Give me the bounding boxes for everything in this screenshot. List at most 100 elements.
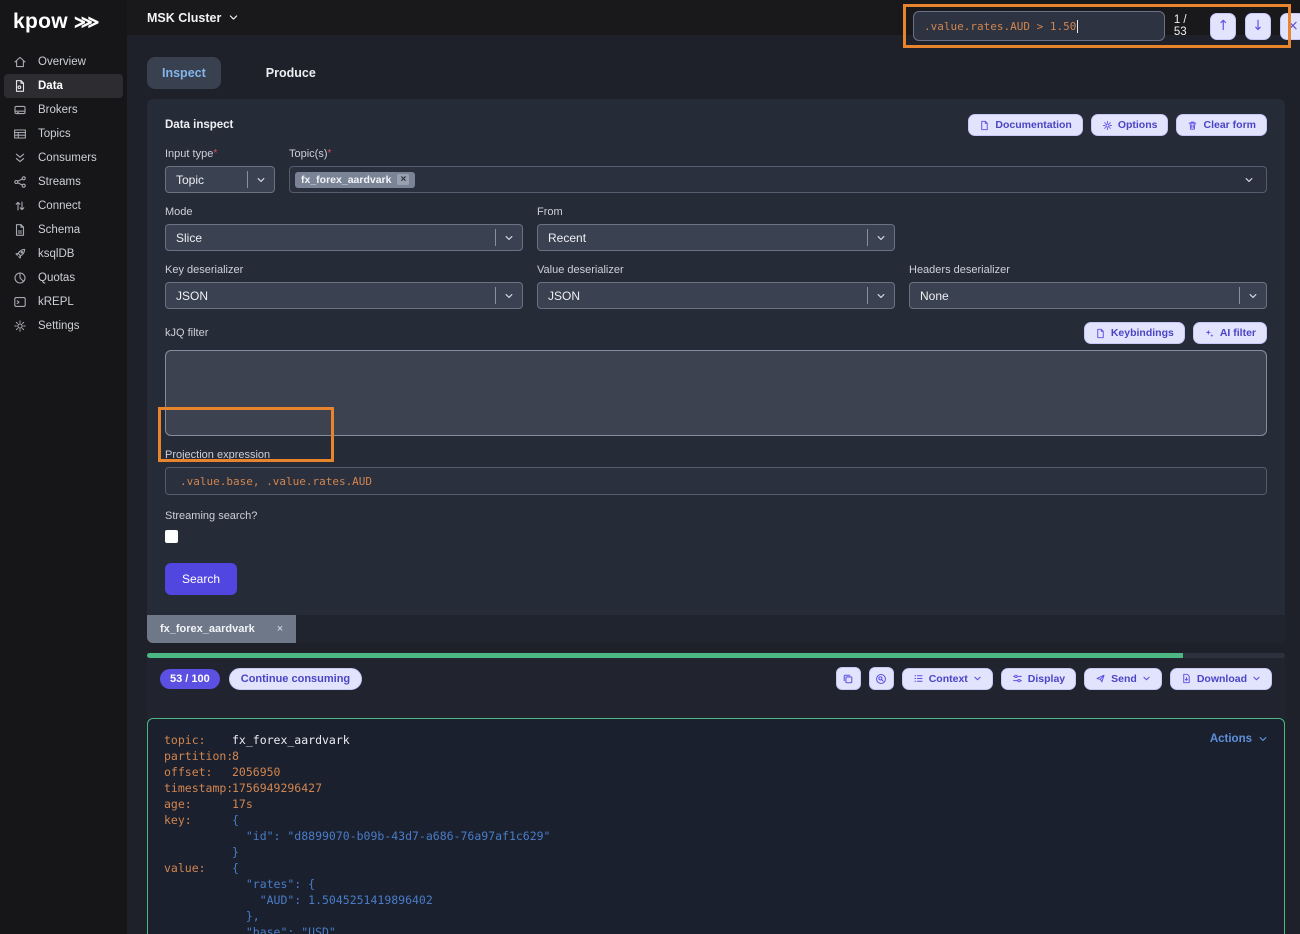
projection-input[interactable]: .value.base, .value.rates.AUD [165,467,1267,495]
sidebar-item-streams[interactable]: Streams [4,170,123,194]
sidebar-item-label: Connect [38,200,81,212]
schema-file-icon [13,223,27,237]
result-tab-fx-forex-aardvark[interactable]: fx_forex_aardvark × [147,615,296,643]
sidebar-item-label: Settings [38,320,80,332]
documentation-button[interactable]: Documentation [968,114,1082,136]
message-timestamp-value: 1756949296427 [232,780,322,796]
search-button[interactable]: Search [165,563,237,595]
search-circle-icon [875,673,887,685]
data-inspect-panel: Data inspect Documentation Options Cl [147,99,1285,643]
close-tab-icon[interactable]: × [277,623,283,635]
brokers-server-icon [13,103,27,117]
find-previous-button[interactable]: ↑ [1210,13,1236,40]
kjq-filter-textarea[interactable] [165,350,1267,436]
value-deserializer-label: Value deserializer [537,264,895,276]
chevron-down-icon [496,233,522,243]
cluster-selector[interactable]: MSK Cluster [147,11,239,25]
message-row-offset: offset: 2056950 [164,764,1268,780]
remove-topic-icon[interactable]: × [397,174,409,185]
message-row-value: value: { "rates": { "AUD": 1.50452514198… [164,860,1268,934]
close-icon: × [1287,18,1299,34]
from-label: From [537,206,895,218]
message-record-panel: Actions topic: fx_forex_aardvark partiti… [147,718,1285,934]
ksqldb-rocket-icon [13,247,27,261]
required-mark: * [328,148,332,159]
mode-select[interactable]: Slice [165,224,523,251]
panel-actions: Documentation Options Clear form [968,114,1267,136]
trash-icon [1187,120,1198,131]
input-type-select[interactable]: Topic [165,166,275,193]
topics-table-icon [13,127,27,141]
chevron-down-icon [248,175,274,185]
find-next-button[interactable]: ↓ [1245,13,1271,40]
sidebar-item-settings[interactable]: Settings [4,314,123,338]
context-dropdown[interactable]: Context [902,668,993,690]
chevron-down-icon [228,12,239,23]
value-deserializer-select[interactable]: JSON [537,282,895,309]
actions-dropdown[interactable]: Actions [1210,731,1268,747]
sidebar-item-topics[interactable]: Topics [4,122,123,146]
connect-arrows-icon [13,199,27,213]
message-partition-value: 8 [232,748,239,764]
headers-deserializer-select[interactable]: None [909,282,1267,309]
results-section: 53 / 100 Continue consuming Context [147,653,1285,934]
consumed-count-badge: 53 / 100 [160,669,220,689]
search-results-button[interactable] [869,667,894,690]
streaming-search-checkbox[interactable] [165,530,178,543]
kpow-logo-text: kpow [13,10,68,34]
download-dropdown[interactable]: Download [1170,668,1272,690]
message-offset-value: 2056950 [232,764,280,780]
sidebar-item-data[interactable]: Data [4,74,123,98]
gear-icon [1102,120,1113,131]
sidebar-item-ksqldb[interactable]: ksqlDB [4,242,123,266]
tab-produce[interactable]: Produce [251,57,331,89]
download-icon [1181,673,1192,684]
chevron-down-icon [868,291,894,301]
krepl-terminal-icon [13,295,27,309]
sidebar-item-brokers[interactable]: Brokers [4,98,123,122]
sidebar-item-label: Brokers [38,104,78,116]
topics-multiselect[interactable]: fx_forex_aardvark × [289,166,1267,193]
sidebar-item-schema[interactable]: Schema [4,218,123,242]
kpow-logo: kpow ⋙ [0,0,127,50]
message-value-json: { "rates": { "AUD": 1.5045251419896402 }… [232,860,433,934]
arrow-down-icon: ↓ [1252,18,1264,34]
cluster-name: MSK Cluster [147,11,221,25]
sidebar-item-label: Topics [38,128,71,140]
sidebar-item-connect[interactable]: Connect [4,194,123,218]
find-match-position: 1 / 53 [1174,14,1201,38]
continue-consuming-button[interactable]: Continue consuming [229,668,362,690]
sidebar-item-krepl[interactable]: kREPL [4,290,123,314]
clear-form-button[interactable]: Clear form [1176,114,1267,136]
sidebar-item-label: Schema [38,224,80,236]
mode-field: Mode Slice [165,206,523,251]
find-query-input[interactable]: .value.rates.AUD > 1.50 [913,11,1165,41]
key-deserializer-select[interactable]: JSON [165,282,523,309]
message-topic-value: fx_forex_aardvark [232,732,350,748]
page-tabs: Inspect Produce [147,57,1285,89]
sidebar-item-consumers[interactable]: Consumers [4,146,123,170]
keybindings-button[interactable]: Keybindings [1084,322,1185,344]
sidebar-item-label: Quotas [38,272,75,284]
tab-inspect[interactable]: Inspect [147,57,221,89]
gear-icon [13,319,27,333]
message-row-timestamp: timestamp: 1756949296427 [164,780,1268,796]
copy-button[interactable] [836,667,861,690]
consumers-chevrons-icon [13,151,27,165]
data-file-icon [13,79,27,93]
find-close-button[interactable]: × [1280,13,1300,40]
text-caret [1077,20,1078,33]
sidebar-item-overview[interactable]: Overview [4,50,123,74]
streams-share-icon [13,175,27,189]
send-dropdown[interactable]: Send [1084,668,1162,690]
options-button[interactable]: Options [1091,114,1169,136]
input-type-label: Input type* [165,148,275,160]
ai-filter-button[interactable]: AI filter [1193,322,1267,344]
sidebar-item-label: Consumers [38,152,97,164]
display-button[interactable]: Display [1001,668,1076,690]
results-toolbar: 53 / 100 Continue consuming Context [147,658,1285,698]
topics-field: Topic(s)* fx_forex_aardvark × [289,148,1267,193]
required-mark: * [213,148,217,159]
from-select[interactable]: Recent [537,224,895,251]
sidebar-item-quotas[interactable]: Quotas [4,266,123,290]
